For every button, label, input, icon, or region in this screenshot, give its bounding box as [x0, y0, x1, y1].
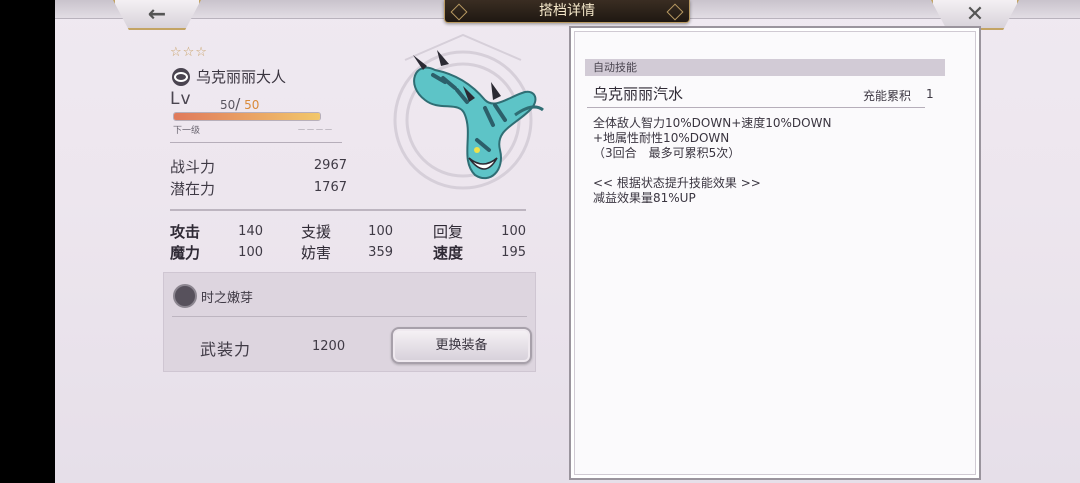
divider	[170, 142, 342, 143]
hinder-label: 妨害	[301, 244, 332, 262]
name-row: 乌克丽丽大人	[172, 66, 286, 87]
equipment-panel: 时之嫩芽 武装力 1200 更换装备	[163, 272, 536, 372]
level-label: Lv	[170, 89, 192, 109]
character-portrait	[393, 33, 544, 190]
current-level: 50	[220, 98, 236, 112]
character-name: 乌克丽丽大人	[196, 68, 287, 86]
armament-value: 1200	[312, 339, 346, 354]
skill-name: 乌克丽丽汽水	[593, 85, 684, 103]
magic-label: 魔力	[170, 244, 201, 262]
divider	[172, 316, 527, 317]
support-label: 支援	[301, 223, 332, 241]
hinder-value: 359	[368, 245, 393, 260]
screen: ← 搭档详情 ✕ ☆☆☆ 乌克丽丽大人 Lv 50/ 50 下一级 －－－－ 战…	[55, 0, 1080, 483]
rarity-stars: ☆☆☆	[170, 45, 208, 60]
back-arrow-icon: ←	[147, 1, 167, 27]
combat-power-value: 2967	[313, 158, 347, 173]
speed-label: 速度	[433, 244, 464, 262]
magic-value: 100	[238, 245, 263, 260]
skill-type-tag: 自动技能	[585, 59, 945, 76]
skill-description: 全体敌人智力10%DOWN+速度10%DOWN +地属性耐性10%DOWN （3…	[593, 116, 832, 160]
skill-panel: 自动技能 乌克丽丽汽水 充能累积 1 全体敌人智力10%DOWN+速度10%DO…	[569, 26, 981, 480]
speed-value: 195	[501, 245, 526, 260]
skill-bonus-description: 减益效果量81%UP	[593, 191, 696, 205]
recovery-label: 回复	[433, 223, 464, 241]
exp-fill	[174, 113, 320, 120]
monster-body	[413, 50, 544, 180]
combat-power-label: 战斗力	[170, 158, 216, 176]
next-level-value: －－－－	[297, 126, 334, 136]
charge-label: 充能累积	[863, 89, 912, 103]
potential-label: 潜在力	[170, 180, 216, 198]
attack-value: 140	[238, 224, 263, 239]
attack-label: 攻击	[170, 223, 201, 241]
equipment-gear-icon	[173, 284, 197, 308]
charge-value: 1	[926, 87, 934, 101]
divider	[170, 209, 526, 211]
close-icon: ✕	[965, 1, 985, 27]
armament-label: 武装力	[200, 340, 252, 359]
eye-element-icon	[172, 67, 190, 86]
divider	[587, 107, 925, 108]
exp-bar	[173, 112, 321, 121]
level-value: 50/ 50	[220, 95, 260, 113]
support-value: 100	[368, 224, 393, 239]
max-level: 50	[244, 98, 260, 112]
recovery-value: 100	[501, 224, 526, 239]
back-button[interactable]: ←	[113, 0, 201, 30]
change-equipment-button[interactable]: 更换装备	[391, 327, 532, 364]
equipment-name: 时之嫩芽	[201, 291, 254, 306]
potential-value: 1767	[313, 180, 347, 195]
page-title: 搭档详情	[444, 0, 690, 23]
next-level-label: 下一级	[173, 126, 201, 136]
